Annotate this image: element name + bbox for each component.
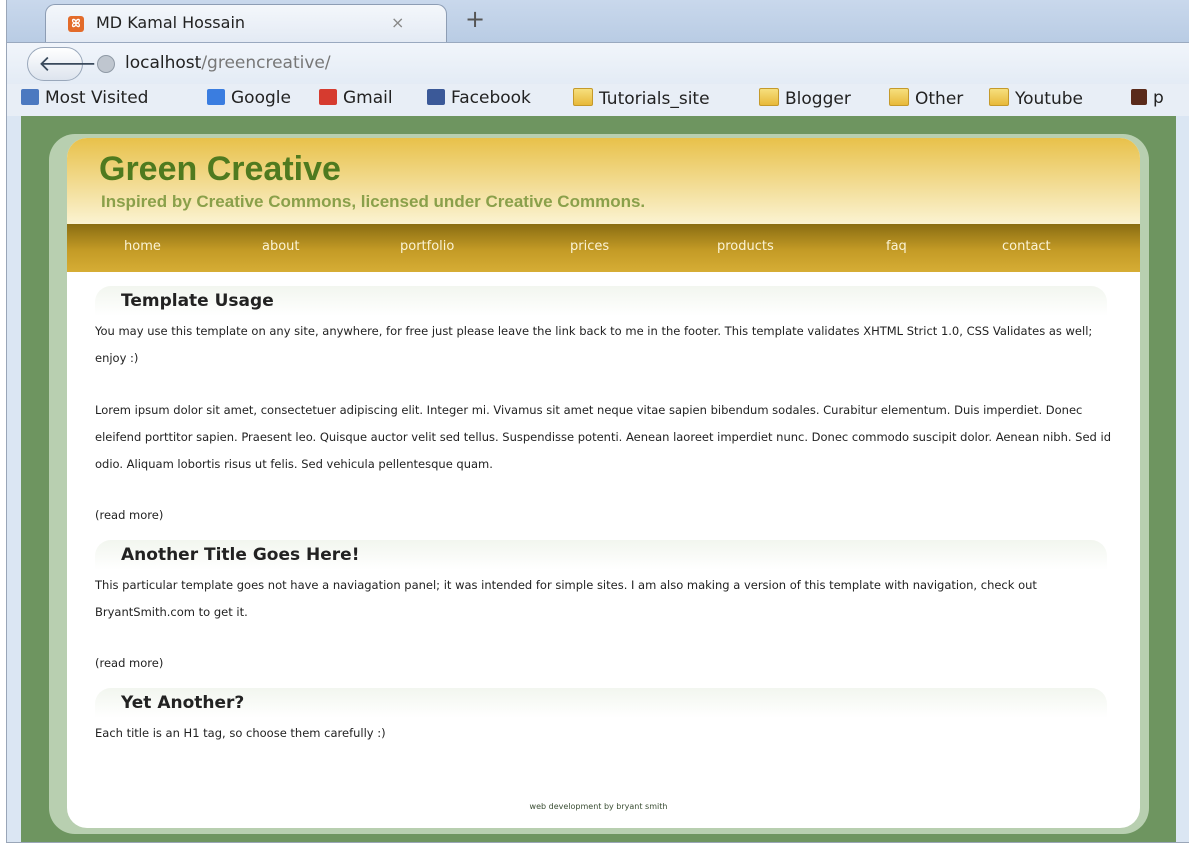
facebook-icon xyxy=(427,89,445,105)
bookmarks-toolbar: Most Visited Google Gmail Facebook Tutor… xyxy=(7,84,1189,116)
menu-item-about[interactable]: about xyxy=(262,239,300,254)
bookmark-label: Gmail xyxy=(343,88,393,108)
folder-icon xyxy=(889,88,909,106)
bookmark-gmail[interactable]: Gmail xyxy=(319,88,393,108)
post-title-bar: Yet Another? xyxy=(95,688,1107,718)
address-bar[interactable]: localhost/greencreative/ xyxy=(125,53,331,73)
read-more-link[interactable]: (read more) xyxy=(95,656,1115,670)
site-footer: web development by bryant smith xyxy=(529,802,668,811)
url-path: /greencreative/ xyxy=(201,53,331,73)
bookmark-youtube[interactable]: Youtube xyxy=(989,88,1083,109)
post-paragraph: You may use this template on any site, a… xyxy=(95,324,1093,365)
folder-icon xyxy=(759,88,779,106)
tab-title: MD Kamal Hossain xyxy=(96,13,246,32)
tab-close-icon[interactable]: × xyxy=(391,13,404,32)
post-title-bar: Another Title Goes Here! xyxy=(95,540,1107,570)
new-tab-button[interactable]: + xyxy=(465,5,485,33)
menu-item-prices[interactable]: prices xyxy=(570,239,609,254)
site-tagline: Inspired by Creative Commons, licensed u… xyxy=(101,192,646,211)
bookmark-overflow[interactable]: p xyxy=(1131,88,1164,108)
google-icon xyxy=(207,89,225,105)
site-menu: home about portfolio prices products faq… xyxy=(67,224,1140,272)
post-paragraph: Each title is an H1 tag, so choose them … xyxy=(95,726,386,740)
bookmark-blogger[interactable]: Blogger xyxy=(759,88,851,109)
bookmark-label: Google xyxy=(231,88,291,108)
bookmark-google[interactable]: Google xyxy=(207,88,291,108)
bookmark-label: Blogger xyxy=(785,89,851,109)
browser-window: ꕤ MD Kamal Hossain × + 🡐 localhost/green… xyxy=(6,0,1189,843)
menu-item-products[interactable]: products xyxy=(717,239,774,254)
menu-item-contact[interactable]: contact xyxy=(1002,239,1051,254)
post-title-bar: Template Usage xyxy=(95,286,1107,316)
page-viewport: Green Creative Inspired by Creative Comm… xyxy=(21,116,1176,842)
bookmark-facebook[interactable]: Facebook xyxy=(427,88,531,108)
url-host: localhost xyxy=(125,53,202,73)
menu-item-home[interactable]: home xyxy=(124,239,161,254)
bookmark-label: Other xyxy=(915,89,964,109)
most-visited-icon xyxy=(21,89,39,105)
folder-icon xyxy=(989,88,1009,106)
browser-tab[interactable]: ꕤ MD Kamal Hossain × xyxy=(45,4,447,43)
bookmark-label: Most Visited xyxy=(45,88,149,108)
menu-item-portfolio[interactable]: portfolio xyxy=(400,239,454,254)
navigation-bar: 🡐 localhost/greencreative/ xyxy=(7,42,1189,85)
bookmark-label: Tutorials_site xyxy=(599,89,710,109)
back-arrow-icon: 🡐 xyxy=(38,52,97,77)
post-paragraph: This particular template goes not have a… xyxy=(95,578,1037,619)
post-title: Template Usage xyxy=(121,291,274,311)
site-favicon-icon: ꕤ xyxy=(68,16,84,32)
youtube-icon xyxy=(1131,89,1147,105)
main-content: Template Usage You may use this template… xyxy=(95,286,1115,747)
gmail-icon xyxy=(319,89,337,105)
bookmark-label: Youtube xyxy=(1015,89,1083,109)
tab-bar: ꕤ MD Kamal Hossain × + xyxy=(7,0,1189,43)
bookmark-most-visited[interactable]: Most Visited xyxy=(21,88,148,108)
globe-icon xyxy=(97,55,115,73)
read-more-link[interactable]: (read more) xyxy=(95,508,1115,522)
post-paragraph: Lorem ipsum dolor sit amet, consectetuer… xyxy=(95,403,1111,471)
site-title: Green Creative xyxy=(99,150,341,188)
bookmark-tutorials-site[interactable]: Tutorials_site xyxy=(573,88,710,109)
post-title: Yet Another? xyxy=(121,693,245,713)
bookmark-other[interactable]: Other xyxy=(889,88,963,109)
bookmark-label: p xyxy=(1153,88,1164,108)
site-header: Green Creative Inspired by Creative Comm… xyxy=(67,138,1140,224)
post-title: Another Title Goes Here! xyxy=(121,545,360,565)
folder-icon xyxy=(573,88,593,106)
menu-item-faq[interactable]: faq xyxy=(886,239,907,254)
back-button[interactable]: 🡐 xyxy=(27,47,97,81)
bookmark-label: Facebook xyxy=(451,88,531,108)
